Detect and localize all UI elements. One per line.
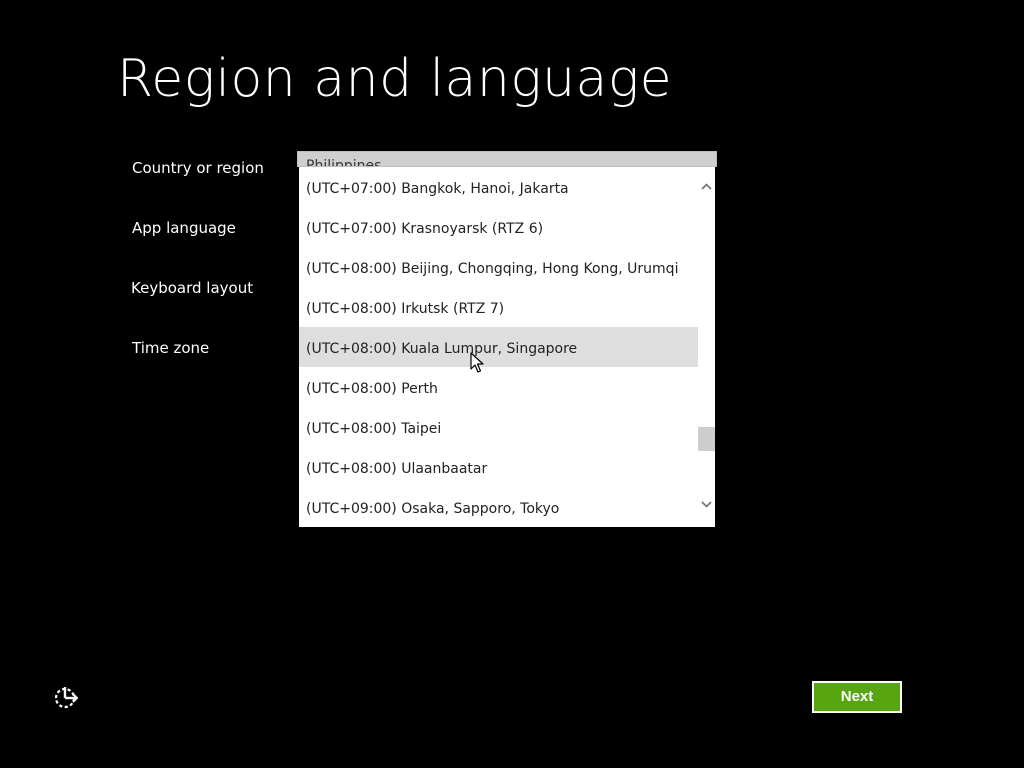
country-or-region-label: Country or region <box>132 159 264 177</box>
country-select-value: Philippines <box>306 158 382 167</box>
time-zone-dropdown-list[interactable]: (UTC+07:00) Bangkok, Hanoi, Jakarta (UTC… <box>299 167 715 527</box>
mouse-pointer-icon <box>470 352 484 373</box>
scroll-thumb[interactable] <box>698 427 715 451</box>
chevron-up-icon[interactable] <box>698 178 715 198</box>
keyboard-layout-label: Keyboard layout <box>131 279 254 297</box>
time-zone-option[interactable]: (UTC+09:00) Osaka, Sapporo, Tokyo <box>299 487 698 527</box>
time-zone-option[interactable]: (UTC+08:00) Beijing, Chongqing, Hong Kon… <box>299 247 698 287</box>
time-zone-option[interactable]: (UTC+07:00) Bangkok, Hanoi, Jakarta <box>299 167 698 207</box>
page-title: Region and language <box>117 49 673 109</box>
time-zone-option[interactable]: (UTC+07:00) Krasnoyarsk (RTZ 6) <box>299 207 698 247</box>
time-zone-option[interactable]: (UTC+08:00) Perth <box>299 367 698 407</box>
setup-page: Region and language Country or region Ap… <box>0 0 1024 768</box>
next-button[interactable]: Next <box>812 681 902 713</box>
country-select[interactable]: Philippines <box>297 151 717 167</box>
chevron-down-icon[interactable] <box>698 496 715 516</box>
dropdown-scrollbar[interactable] <box>698 167 715 527</box>
scroll-track[interactable] <box>698 201 715 491</box>
time-zone-option[interactable]: (UTC+08:00) Irkutsk (RTZ 7) <box>299 287 698 327</box>
time-zone-option-hovered[interactable]: (UTC+08:00) Kuala Lumpur, Singapore <box>299 327 715 367</box>
ease-of-access-icon[interactable] <box>52 684 80 712</box>
time-zone-option[interactable]: (UTC+08:00) Taipei <box>299 407 698 447</box>
app-language-label: App language <box>132 219 236 237</box>
time-zone-option[interactable]: (UTC+08:00) Ulaanbaatar <box>299 447 698 487</box>
time-zone-label: Time zone <box>132 339 210 357</box>
